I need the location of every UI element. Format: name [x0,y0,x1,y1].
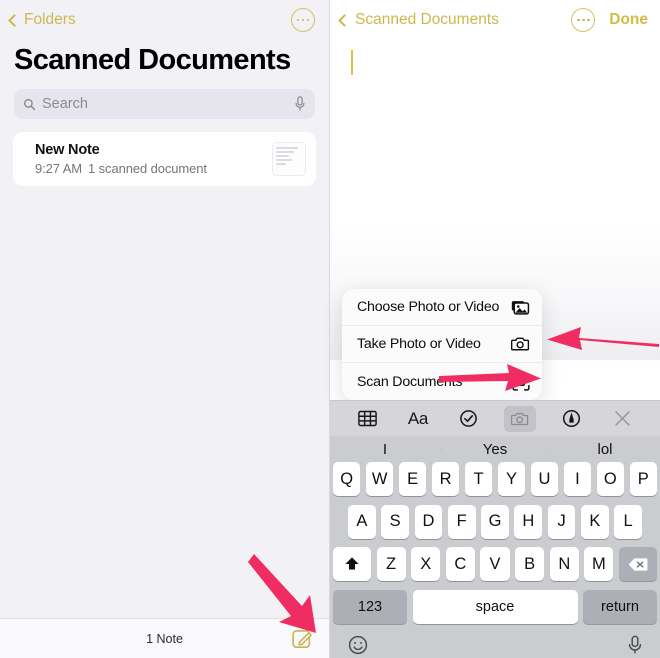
emoji-icon[interactable] [348,635,368,655]
menu-item-label: Choose Photo or Video [357,299,500,315]
notes-list-pane: Folders Scanned Documents Search New Not… [0,0,330,658]
numbers-key[interactable]: 123 [333,589,407,624]
camera-icon [511,335,530,354]
key-a[interactable]: A [347,504,376,539]
camera-icon[interactable] [504,405,537,432]
menu-item-choose-photo-or-video[interactable]: Choose Photo or Video [342,289,542,326]
scan-documents-icon [511,372,530,391]
note-title: New Note [35,142,100,158]
key-j[interactable]: J [547,504,576,539]
back-to-folders-button[interactable]: Folders [8,11,76,29]
key-l[interactable]: L [614,504,643,539]
return-key[interactable]: return [583,589,657,624]
key-y[interactable]: Y [497,462,526,496]
keyboard-row-2: A S D F G H J K L [330,504,660,539]
menu-item-scan-documents[interactable]: Scan Documents [342,363,542,400]
prediction-1[interactable]: Yes [440,441,550,458]
microphone-icon[interactable] [294,96,306,112]
table-icon[interactable] [352,406,382,432]
left-nav-bar: Folders [0,0,329,40]
key-s[interactable]: S [381,504,410,539]
note-count-label: 1 Note [146,631,183,646]
search-icon [23,98,36,110]
close-icon[interactable] [608,406,638,432]
dictation-microphone-icon[interactable] [628,635,642,655]
key-b[interactable]: B [515,547,545,581]
key-m[interactable]: M [584,547,614,581]
key-n[interactable]: N [549,547,579,581]
key-z[interactable]: Z [376,547,406,581]
list-more-options-button[interactable] [291,8,315,32]
key-i[interactable]: I [563,462,592,496]
note-format-toolbar: Aa [330,400,660,436]
scanned-document-thumbnail-icon [272,142,306,176]
key-r[interactable]: R [431,462,460,496]
page-title: Scanned Documents [14,44,291,76]
key-p[interactable]: P [629,462,658,496]
menu-item-label: Take Photo or Video [357,336,481,352]
shift-key[interactable] [333,547,371,581]
app-screenshot: Folders Scanned Documents Search New Not… [0,0,660,658]
keyboard-row-1: Q W E R T Y U I O P [330,462,660,496]
text-format-icon[interactable]: Aa [403,406,433,432]
menu-item-label: Scan Documents [357,373,463,390]
back-to-scanned-documents-button[interactable]: Scanned Documents [338,11,499,29]
key-g[interactable]: G [481,504,509,539]
key-w[interactable]: W [365,462,394,496]
search-container: Search [0,77,329,119]
text-caret [351,50,353,75]
editor-back-label: Scanned Documents [355,11,499,28]
note-time: 9:27 AM [35,161,82,176]
note-detail: 1 scanned document [88,161,207,176]
key-c[interactable]: C [445,547,475,581]
key-q[interactable]: Q [332,462,361,496]
list-empty-space [0,186,329,618]
note-editor-pane: Scanned Documents Done Choose Photo or V… [330,0,660,658]
note-text-block: New Note 9:27 AM 1 scanned document [35,142,207,176]
chevron-left-icon [338,13,351,27]
menu-item-take-photo-or-video[interactable]: Take Photo or Video [342,326,542,363]
note-text-editor[interactable]: Choose Photo or Video Take Photo or Vide… [330,40,660,658]
key-t[interactable]: T [464,462,493,496]
prediction-2[interactable]: lol [550,441,660,458]
key-k[interactable]: K [580,504,609,539]
shift-icon [345,557,359,570]
attachment-action-sheet: Choose Photo or Video Take Photo or Vide… [342,289,542,400]
notes-list: New Note 9:27 AM 1 scanned document [0,119,329,186]
on-screen-keyboard: I Yes lol Q W E R T Y U I O P A S D F G … [330,436,660,658]
photo-stack-icon [511,298,530,317]
key-u[interactable]: U [530,462,559,496]
markup-pen-icon[interactable] [557,406,587,432]
space-key[interactable]: space [412,589,578,624]
keyboard-row-4: 123 space return [330,589,660,624]
chevron-left-icon [8,13,21,27]
key-d[interactable]: D [414,504,443,539]
editor-nav-bar: Scanned Documents Done [330,0,660,40]
key-h[interactable]: H [514,504,543,539]
back-button-label: Folders [24,11,76,28]
keyboard-row-3: Z X C V B N M [330,547,660,581]
note-subtitle: 9:27 AM 1 scanned document [35,161,207,176]
prediction-0[interactable]: I [330,441,440,458]
key-e[interactable]: E [398,462,427,496]
search-input[interactable]: Search [14,89,315,119]
note-more-options-button[interactable] [571,8,596,32]
list-item[interactable]: New Note 9:27 AM 1 scanned document [13,132,316,186]
compose-note-button[interactable] [292,628,313,649]
left-bottom-bar: 1 Note [0,618,329,658]
checklist-icon[interactable] [454,406,484,432]
keyboard-bottom-bar [330,632,660,658]
done-button[interactable]: Done [609,11,648,29]
key-o[interactable]: O [596,462,625,496]
backspace-key[interactable] [618,547,657,581]
predictive-text-bar: I Yes lol [330,436,660,462]
search-placeholder: Search [42,96,88,112]
backspace-icon [628,557,648,571]
key-v[interactable]: V [480,547,510,581]
key-x[interactable]: X [411,547,441,581]
editor-nav-actions: Done [571,8,648,32]
key-f[interactable]: F [447,504,476,539]
